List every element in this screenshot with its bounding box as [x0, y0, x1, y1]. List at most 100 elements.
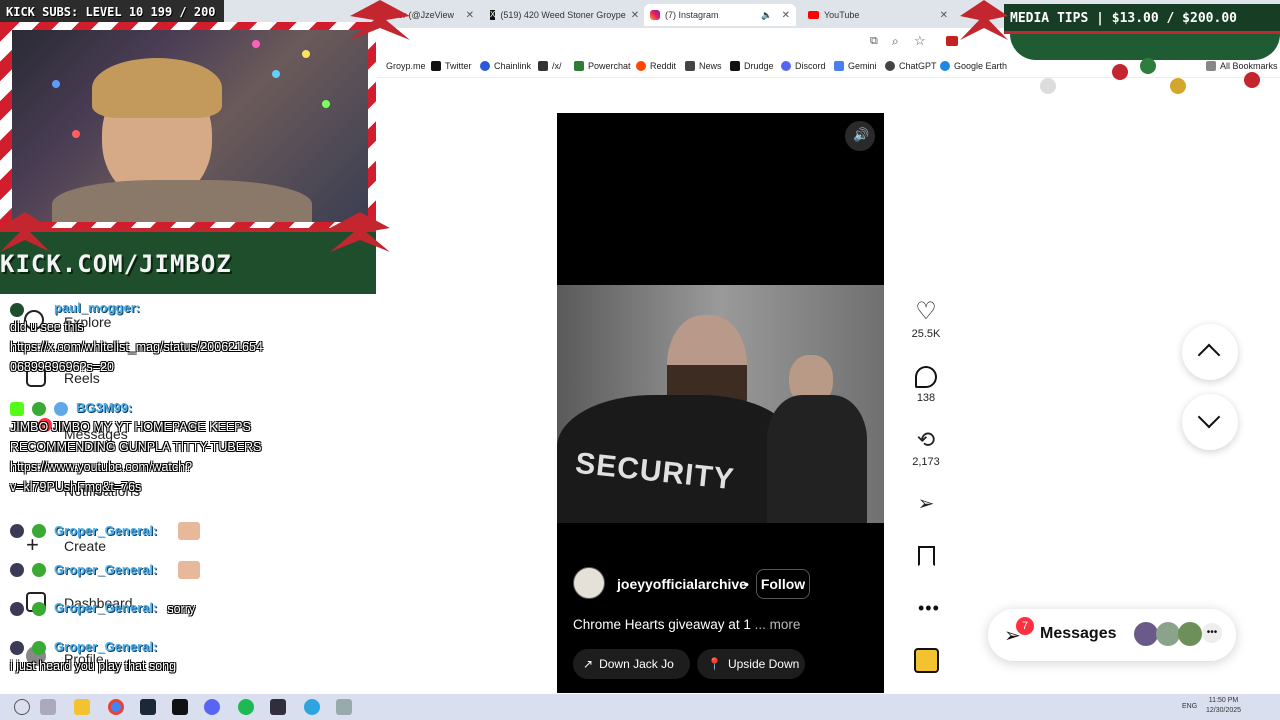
- chat-badge-icon: [10, 303, 24, 317]
- sub-badge-icon: [29, 638, 49, 658]
- bookmark-icon[interactable]: [918, 546, 935, 566]
- language-indicator[interactable]: ENG: [1182, 703, 1197, 710]
- close-icon[interactable]: ✕: [782, 10, 790, 21]
- gmail-extension-icon[interactable]: [946, 36, 958, 46]
- close-icon[interactable]: ✕: [631, 10, 639, 21]
- bookmark-chatgpt[interactable]: ChatGPT: [885, 61, 937, 71]
- repost-count: 2,173: [912, 456, 940, 468]
- uploader-username[interactable]: joeyyofficialarchive: [617, 576, 747, 592]
- chevron-up-icon: [1197, 343, 1221, 367]
- heart-icon[interactable]: ♡: [915, 300, 937, 324]
- ornament-icon: [1040, 78, 1056, 94]
- chat-username: Groper_General:: [54, 600, 158, 615]
- follow-button[interactable]: Follow: [756, 569, 810, 599]
- bookmark-drudge[interactable]: Drudge: [730, 61, 774, 71]
- x-logo-icon: X: [490, 10, 496, 20]
- chat-message: BG3M99: JIMBO JIMBO MY YT HOMEPAGE KEEPS…: [10, 399, 310, 497]
- emote-icon: [178, 522, 200, 540]
- like-count: 25.5K: [911, 328, 941, 340]
- audio-thumbnail[interactable]: [914, 648, 939, 673]
- youtube-icon: [808, 11, 819, 19]
- bookmark-news[interactable]: News: [685, 61, 722, 71]
- ornament-icon: [1244, 72, 1260, 88]
- like-action[interactable]: ♡ 25.5K: [904, 300, 948, 341]
- app-icon[interactable]: [336, 699, 352, 715]
- chat-text: did u see this https://x.com/whitelist_m…: [10, 320, 263, 374]
- audio-pill[interactable]: ↗ Down Jack Jo: [573, 649, 690, 679]
- bookmark-label: Google Earth: [954, 61, 1008, 71]
- tab-label: (519) 420 Weed Stoner Groype: [500, 10, 626, 20]
- globe-icon: [940, 61, 950, 71]
- emote-icon: [178, 561, 200, 579]
- file-explorer-icon[interactable]: [74, 699, 90, 715]
- tab-instagram[interactable]: (7) Instagram 🔈 ✕: [644, 4, 796, 26]
- close-icon[interactable]: ✕: [466, 10, 474, 21]
- more-options-icon[interactable]: •••: [918, 598, 940, 619]
- nav-create[interactable]: Create: [64, 538, 106, 554]
- bookmark-label: All Bookmarks: [1220, 61, 1278, 71]
- bookmark-label: Drudge: [744, 61, 774, 71]
- clock[interactable]: 11:50 PM 12/30/2025: [1206, 696, 1241, 716]
- task-view-icon[interactable]: [40, 699, 56, 715]
- caption-more-link[interactable]: ... more: [755, 617, 801, 632]
- install-icon[interactable]: ⧉: [870, 35, 878, 48]
- uploader-avatar[interactable]: [573, 567, 605, 599]
- spotify-icon[interactable]: [238, 699, 254, 715]
- bookmark-gemini[interactable]: Gemini: [834, 61, 877, 71]
- bookmark-discord[interactable]: Discord: [781, 61, 826, 71]
- comment-action[interactable]: 138: [904, 366, 948, 404]
- reel-video-frame[interactable]: SECURITY: [557, 285, 884, 523]
- caption-text: Chrome Hearts giveaway at 1: [573, 617, 751, 632]
- chat-username: Groper_General:: [54, 523, 158, 538]
- location-pill[interactable]: 📍 Upside Down: [697, 649, 805, 679]
- reel-caption: Chrome Hearts giveaway at 1 ... more: [573, 617, 800, 632]
- repost-action[interactable]: ⟲ 2,173: [904, 428, 948, 469]
- moderator-badge-icon: [10, 563, 24, 577]
- ornament-icon: [1170, 78, 1186, 94]
- bookmark-label: Gemini: [848, 61, 877, 71]
- chat-text: sorry: [167, 602, 196, 616]
- telegram-icon[interactable]: [304, 699, 320, 715]
- bookmark-label: Chainlink: [494, 61, 532, 71]
- all-bookmarks[interactable]: All Bookmarks: [1206, 61, 1278, 71]
- obs-icon[interactable]: [270, 699, 286, 715]
- bookmark-groyp[interactable]: Groyp.me: [386, 61, 426, 71]
- chrome-icon[interactable]: [108, 699, 124, 715]
- bookmark-twitter[interactable]: Twitter: [431, 61, 472, 71]
- gemini-icon: [834, 61, 844, 71]
- powerchat-icon: [574, 61, 584, 71]
- background-person-body: [767, 395, 867, 523]
- bookmark-powerchat[interactable]: Powerchat: [574, 61, 631, 71]
- send-icon[interactable]: ➢: [918, 492, 935, 516]
- share-action[interactable]: ➢: [904, 492, 948, 516]
- bookmark-google-earth[interactable]: Google Earth: [940, 61, 1007, 71]
- star-icon[interactable]: ☆: [914, 33, 926, 49]
- location-pin-icon: 📍: [707, 657, 722, 671]
- bookmark-x-board[interactable]: /x/: [538, 61, 562, 71]
- next-reel-button[interactable]: [1182, 394, 1238, 450]
- news-icon: [685, 61, 695, 71]
- steam-icon[interactable]: [140, 699, 156, 715]
- bookmark-chainlink[interactable]: Chainlink: [480, 61, 531, 71]
- ornament-icon: [1112, 64, 1128, 80]
- drudge-icon: [730, 61, 740, 71]
- close-icon[interactable]: ✕: [940, 10, 948, 21]
- speaker-icon[interactable]: 🔈: [761, 10, 772, 21]
- volume-button[interactable]: 🔊: [845, 121, 875, 151]
- repost-icon[interactable]: ⟲: [917, 428, 935, 452]
- previous-reel-button[interactable]: [1182, 324, 1238, 380]
- tab-youtube[interactable]: YouTube ✕: [802, 4, 954, 26]
- terminal-icon[interactable]: [172, 699, 188, 715]
- comment-icon[interactable]: [915, 366, 937, 388]
- chat-message: paul_mogger: did u see this https://x.co…: [10, 300, 310, 377]
- discord-icon[interactable]: [204, 699, 220, 715]
- zoom-icon[interactable]: ⌕: [892, 34, 899, 49]
- tab-weed-stoner[interactable]: X (519) 420 Weed Stoner Groype ✕: [484, 4, 642, 26]
- kick-subs-counter: KICK SUBS: LEVEL 10 199 / 200: [6, 5, 216, 19]
- messages-widget[interactable]: ➢ 7 Messages •••: [988, 609, 1236, 661]
- moderator-badge-icon: [10, 602, 24, 616]
- chat-username: paul_mogger:: [54, 300, 140, 315]
- bookmark-label: Groyp.me: [386, 61, 426, 71]
- bookmark-reddit[interactable]: Reddit: [636, 61, 676, 71]
- search-icon[interactable]: [14, 699, 30, 715]
